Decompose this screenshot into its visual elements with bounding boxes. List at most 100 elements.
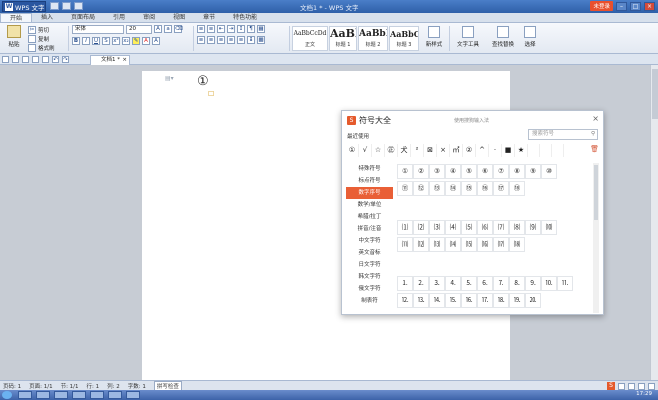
recent-symbol[interactable]: 犬 (398, 144, 411, 157)
sogou-ime-icon[interactable]: S (607, 382, 615, 390)
symbol-cell[interactable]: ⑱ (509, 181, 525, 196)
symbol-cell[interactable]: ⒚ (509, 293, 525, 308)
align-left-icon[interactable]: ≡ (197, 36, 205, 44)
category-item-active[interactable]: 数字序号 (346, 187, 393, 199)
symbol-cell[interactable]: ① (397, 164, 413, 179)
symbol-cell[interactable]: ⒛ (525, 293, 541, 308)
app-menu-button[interactable]: W WPS 文字 (2, 1, 46, 12)
symbol-cell[interactable]: ⒙ (493, 293, 509, 308)
doc-tab[interactable]: 文档1 * × (90, 55, 130, 65)
category-item[interactable]: 俄文字符 (346, 283, 393, 295)
category-item[interactable]: 数学/单位 (346, 199, 393, 211)
category-item[interactable]: 特殊符号 (346, 163, 393, 175)
symbol-cell[interactable]: ⑥ (477, 164, 493, 179)
symbol-cell[interactable]: ⑧ (509, 164, 525, 179)
italic-icon[interactable]: I (82, 37, 90, 45)
symbol-cell[interactable]: ⑨ (525, 164, 541, 179)
recent-symbol[interactable]: ■ (502, 144, 515, 157)
trash-icon[interactable]: 🗑 (590, 145, 599, 153)
superscript-icon[interactable]: x² (112, 37, 120, 45)
dialog-close-icon[interactable]: × (592, 114, 599, 123)
symbol-cell[interactable]: ⑯ (477, 181, 493, 196)
symbol-search-input[interactable]: 搜索符号 ⚲ (528, 129, 598, 140)
recent-symbol[interactable]: × (437, 144, 450, 157)
vertical-scrollbar[interactable] (650, 65, 658, 380)
save-icon[interactable] (74, 2, 83, 10)
copy-button[interactable]: 复制 (28, 34, 68, 43)
recent-symbol[interactable]: ★ (515, 144, 528, 157)
underline-icon[interactable]: U (92, 37, 100, 45)
symbol-cell[interactable]: ⑴ (397, 220, 413, 235)
symbol-cell[interactable]: ⒄ (493, 237, 509, 252)
bold-icon[interactable]: B (72, 37, 80, 45)
clear-format-icon[interactable]: ⌫ (174, 25, 183, 33)
symbol-cell[interactable]: ⒁ (445, 237, 461, 252)
taskbar-app-icon[interactable] (36, 391, 50, 399)
symbol-cell[interactable]: ④ (445, 164, 461, 179)
tab-page-layout[interactable]: 页面布局 (62, 13, 104, 22)
recent-symbol[interactable]: ① (346, 144, 359, 157)
redo-icon[interactable]: ↷ (62, 56, 69, 63)
symbol-cell[interactable]: ⒉ (413, 276, 429, 291)
scrollbar-thumb[interactable] (652, 69, 658, 119)
symbol-cell[interactable]: ⑵ (413, 220, 429, 235)
highlight-icon[interactable]: ✎ (132, 37, 140, 45)
symbol-cell[interactable]: ⑤ (461, 164, 477, 179)
category-item[interactable]: 制表符 (346, 295, 393, 307)
category-item[interactable]: 希腊/拉丁 (346, 211, 393, 223)
symbol-cell[interactable]: ⒗ (461, 293, 477, 308)
shading-icon[interactable]: ▩ (257, 36, 265, 44)
category-item[interactable]: 日文字符 (346, 259, 393, 271)
symbol-cell[interactable]: ⒍ (477, 276, 493, 291)
symbol-cell[interactable]: ⑷ (445, 220, 461, 235)
recent-symbol[interactable]: ② (463, 144, 476, 157)
style-normal[interactable]: AaBbCcDd 正文 (292, 26, 328, 51)
strikethrough-icon[interactable]: S (102, 37, 110, 45)
view-mode-icon[interactable] (618, 382, 625, 390)
style-heading-2[interactable]: AaBbI 标题 2 (358, 26, 388, 51)
symbol-cell[interactable]: ⒃ (477, 237, 493, 252)
category-item[interactable]: 标点符号 (346, 175, 393, 187)
symbol-cell[interactable]: ⒌ (461, 276, 477, 291)
search-icon[interactable]: ⚲ (591, 130, 595, 139)
symbol-cell[interactable]: ⑫ (413, 181, 429, 196)
tab-chapter[interactable]: 章节 (194, 13, 224, 22)
preview-icon[interactable] (42, 56, 49, 63)
symbol-cell[interactable]: ⑾ (397, 237, 413, 252)
show-marks-icon[interactable]: ¶ (247, 25, 255, 33)
char-border-icon[interactable]: A (152, 37, 160, 45)
taskbar-app-icon[interactable] (72, 391, 86, 399)
symbol-cell[interactable]: ⑦ (493, 164, 509, 179)
symbol-cell[interactable]: ⒅ (509, 237, 525, 252)
symbol-cell[interactable]: ⑰ (493, 181, 509, 196)
symbol-cell[interactable]: ⑿ (413, 237, 429, 252)
symbol-cell[interactable]: ⑹ (477, 220, 493, 235)
view-mode-icon[interactable] (638, 382, 645, 390)
open-icon[interactable] (62, 2, 71, 10)
symbol-cell[interactable]: ⑻ (509, 220, 525, 235)
text-tools-button[interactable]: 文字工具 (453, 26, 483, 48)
taskbar-app-icon[interactable] (54, 391, 68, 399)
symbol-cell[interactable]: ⑸ (461, 220, 477, 235)
font-color-icon[interactable]: A (142, 37, 150, 45)
cut-button[interactable]: ✂ 剪切 (28, 25, 68, 34)
distribute-icon[interactable]: ≡ (237, 36, 245, 44)
spell-check-toggle[interactable]: 拼写检查 (153, 380, 182, 391)
start-button-icon[interactable] (2, 391, 12, 399)
save-icon[interactable] (22, 56, 29, 63)
symbol-cell[interactable]: ⒀ (429, 237, 445, 252)
recent-symbol[interactable]: ☆ (372, 144, 385, 157)
login-button[interactable]: 未登录 (590, 1, 613, 11)
align-center-icon[interactable]: ≡ (207, 36, 215, 44)
category-item[interactable]: 拼音/注音 (346, 223, 393, 235)
grow-font-icon[interactable]: A (154, 25, 162, 33)
category-item[interactable]: 韩文字符 (346, 271, 393, 283)
tab-review[interactable]: 审阅 (134, 13, 164, 22)
symbol-cell[interactable]: ⑼ (525, 220, 541, 235)
subscript-icon[interactable]: x₂ (122, 37, 130, 45)
doc-tab-close-icon[interactable]: × (122, 56, 127, 65)
outdent-icon[interactable]: ⇤ (217, 25, 225, 33)
symbol-cell[interactable]: ⒑ (541, 276, 557, 291)
symbol-cell[interactable]: ⒒ (557, 276, 573, 291)
sort-icon[interactable]: ↕ (237, 25, 245, 33)
